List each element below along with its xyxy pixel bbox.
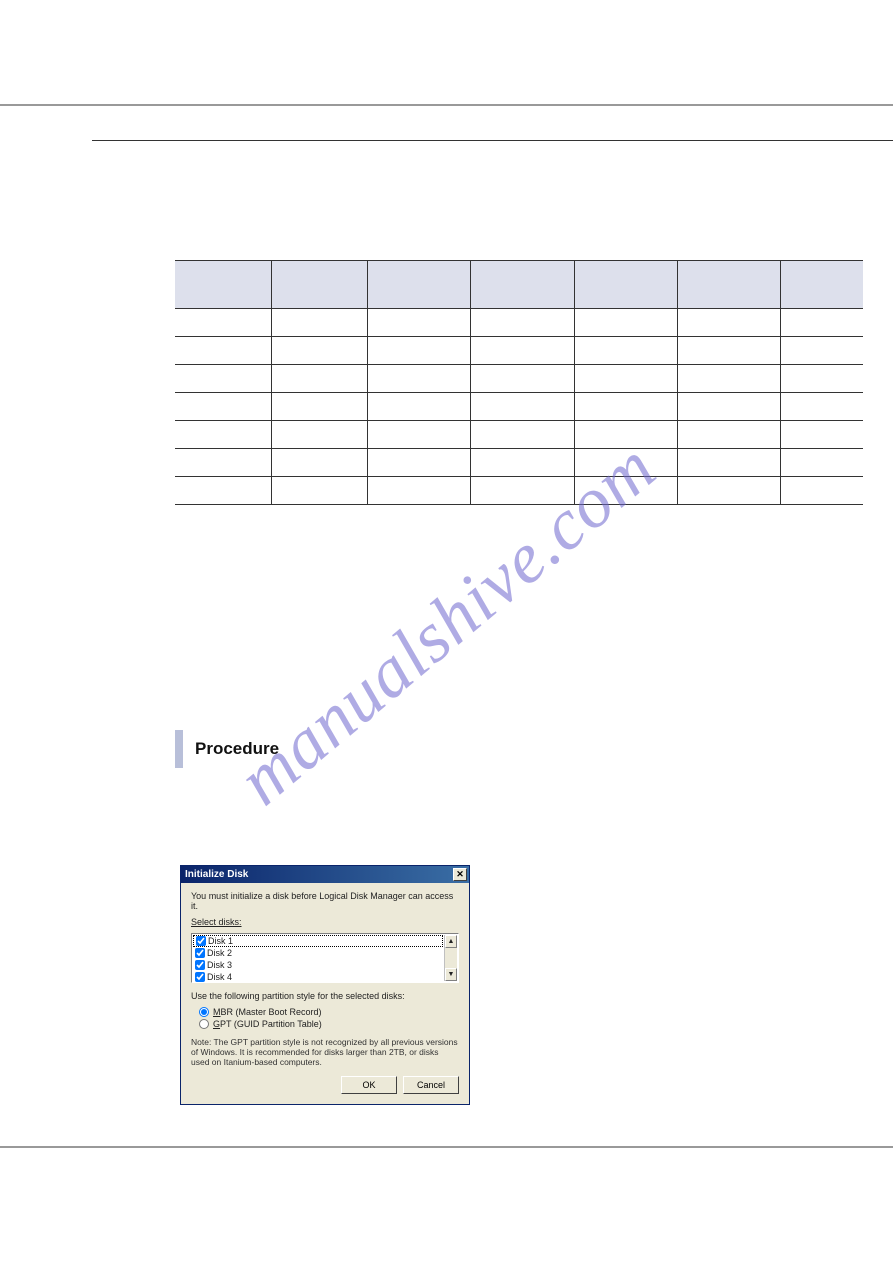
scroll-down-icon[interactable]: ▼ <box>445 968 457 981</box>
disk-listbox[interactable]: Disk 1 Disk 2 Disk 3 Disk 4 ▲ ▼ <box>191 933 459 983</box>
table-header-cell <box>677 261 780 309</box>
table-row <box>175 365 863 393</box>
list-item-label: Disk 4 <box>207 972 232 982</box>
list-item[interactable]: Disk 3 <box>193 959 443 971</box>
table-row <box>175 449 863 477</box>
disk-checkbox[interactable] <box>196 936 206 946</box>
title-rule <box>92 140 893 141</box>
procedure-heading: Procedure <box>175 730 863 768</box>
data-table <box>175 260 863 505</box>
table-row <box>175 309 863 337</box>
table-header-cell <box>175 261 271 309</box>
cancel-button[interactable]: Cancel <box>403 1076 459 1094</box>
table-header-cell <box>368 261 471 309</box>
dialog-titlebar[interactable]: Initialize Disk ✕ <box>181 866 469 883</box>
procedure-accent-bar <box>175 730 183 768</box>
close-icon[interactable]: ✕ <box>453 868 467 881</box>
scroll-up-icon[interactable]: ▲ <box>445 935 457 948</box>
mbr-radio[interactable] <box>199 1007 209 1017</box>
radio-gpt-row[interactable]: GPT (GUID Partition Table) <box>199 1019 459 1029</box>
ok-button[interactable]: OK <box>341 1076 397 1094</box>
list-item-label: Disk 1 <box>208 936 233 946</box>
list-item[interactable]: Disk 2 <box>193 947 443 959</box>
select-disks-label: Select disks: <box>191 917 459 927</box>
dialog-title: Initialize Disk <box>185 869 248 880</box>
partition-style-label: Use the following partition style for th… <box>191 991 459 1001</box>
table-row <box>175 421 863 449</box>
initialize-disk-dialog: Initialize Disk ✕ You must initialize a … <box>180 865 470 1105</box>
radio-mbr-row[interactable]: MBR (Master Boot Record) <box>199 1007 459 1017</box>
page-content: Procedure <box>175 160 863 768</box>
list-item[interactable]: Disk 4 <box>193 971 443 983</box>
gpt-radio[interactable] <box>199 1019 209 1029</box>
table-header-cell <box>574 261 677 309</box>
disk-checkbox[interactable] <box>195 960 205 970</box>
procedure-label: Procedure <box>195 739 279 759</box>
table-row <box>175 477 863 505</box>
footer-rule <box>0 1146 893 1148</box>
list-item-label: Disk 3 <box>207 960 232 970</box>
list-item[interactable]: Disk 1 <box>193 935 443 947</box>
table-header-row <box>175 261 863 309</box>
disk-checkbox[interactable] <box>195 948 205 958</box>
radio-label: MBR (Master Boot Record) <box>213 1007 322 1017</box>
dialog-button-row: OK Cancel <box>191 1076 459 1094</box>
table-header-cell <box>471 261 574 309</box>
dialog-note-text: Note: The GPT partition style is not rec… <box>191 1037 459 1068</box>
table-row <box>175 393 863 421</box>
radio-label: GPT (GUID Partition Table) <box>213 1019 322 1029</box>
list-item-label: Disk 2 <box>207 948 232 958</box>
scrollbar[interactable]: ▲ ▼ <box>444 935 457 981</box>
table-header-cell <box>780 261 863 309</box>
dialog-intro-text: You must initialize a disk before Logica… <box>191 891 459 911</box>
disk-checkbox[interactable] <box>195 972 205 982</box>
header-rule <box>0 104 893 106</box>
table-header-cell <box>271 261 367 309</box>
dialog-body: You must initialize a disk before Logica… <box>181 883 469 1104</box>
table-row <box>175 337 863 365</box>
